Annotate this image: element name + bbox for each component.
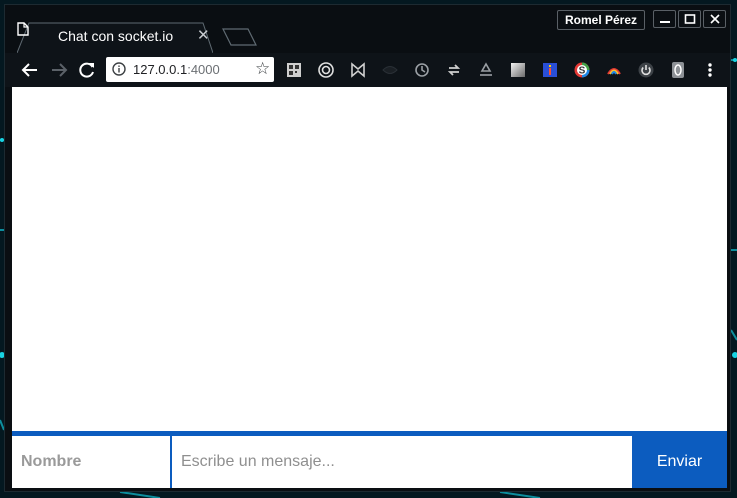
power-icon[interactable] [638,62,654,78]
recycle-icon[interactable] [478,62,494,78]
s-colored-icon[interactable]: S [574,62,590,78]
kebab-menu-icon[interactable] [703,62,717,78]
url-text: 127.0.0.1:4000 [133,62,220,77]
minimize-icon [660,21,670,23]
new-tab-button[interactable] [222,27,258,47]
svg-text:S: S [579,66,586,77]
qr-code-icon[interactable] [286,62,302,78]
sync-icon[interactable] [446,62,462,78]
message-input[interactable] [172,436,632,488]
url-port: :4000 [187,62,220,77]
forward-arrow-icon[interactable] [50,61,68,79]
rainbow-icon[interactable] [606,62,622,78]
chat-form: Enviar [12,431,727,488]
target-icon[interactable] [318,62,334,78]
maximize-button[interactable] [678,10,701,28]
history-icon[interactable] [414,62,430,78]
bowtie-icon[interactable] [350,62,366,78]
document-icon [17,22,29,36]
bookmark-star-icon[interactable]: ☆ [255,60,270,78]
info-blue-icon[interactable] [542,62,558,78]
tab-title: Chat con socket.io [58,28,174,44]
minimize-button[interactable] [653,10,676,28]
close-window-button[interactable] [703,10,726,28]
eye-icon[interactable] [382,62,398,78]
close-tab-icon[interactable]: ✕ [197,27,210,45]
browser-toolbar: 127.0.0.1:4000 ☆ S [5,53,730,87]
browser-window: Chat con socket.io ✕ Romel Pérez 127.0.0… [4,4,731,492]
close-icon [710,14,720,24]
active-tab[interactable]: Chat con socket.io ✕ [17,22,213,53]
name-input[interactable] [12,436,172,488]
title-bar: Chat con socket.io ✕ Romel Pérez [5,5,730,53]
gradient-square-icon[interactable] [510,62,526,78]
zero-icon[interactable] [670,62,686,78]
info-icon[interactable] [112,62,126,76]
reload-icon[interactable] [78,61,96,79]
address-bar[interactable]: 127.0.0.1:4000 ☆ [106,57,274,82]
page-viewport: Enviar [12,87,727,488]
maximize-icon [684,14,696,24]
url-host: 127.0.0.1 [133,62,188,77]
back-arrow-icon[interactable] [21,61,39,79]
send-button[interactable]: Enviar [632,436,727,488]
profile-button[interactable]: Romel Pérez [557,10,646,30]
messages-list [12,87,727,431]
